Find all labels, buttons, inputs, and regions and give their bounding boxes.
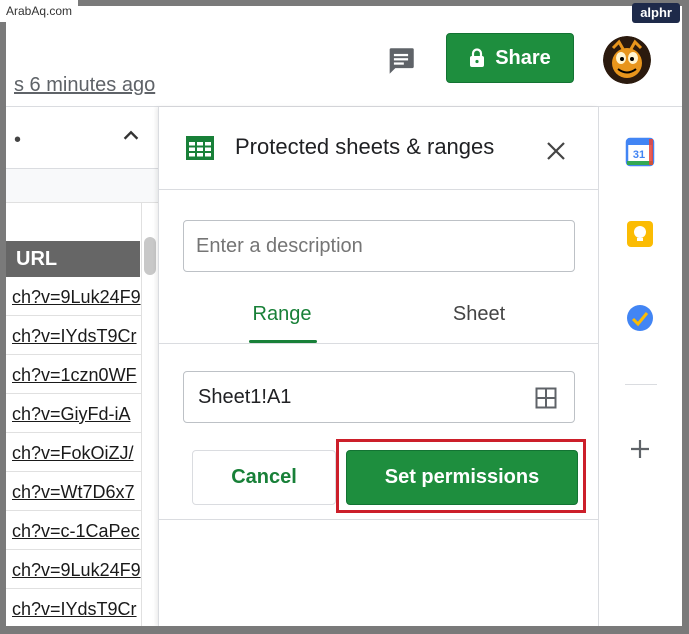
keep-icon[interactable]	[625, 219, 655, 249]
url-cell[interactable]: ch?v=9Luk24F9	[6, 277, 141, 316]
chevron-up-icon[interactable]	[120, 125, 142, 147]
side-panel-rail: 31	[598, 107, 682, 626]
avatar-image	[603, 36, 651, 84]
tab-range[interactable]: Range	[252, 303, 312, 326]
formula-row: •	[6, 107, 158, 169]
cell-dot: •	[14, 129, 22, 151]
url-cell[interactable]: ch?v=FokOiZJ/	[6, 433, 141, 472]
column-divider	[141, 202, 142, 626]
select-range-grid-icon[interactable]	[535, 387, 557, 409]
url-cell[interactable]: ch?v=1czn0WF	[6, 355, 141, 394]
panel-header: Protected sheets & ranges	[159, 107, 599, 190]
comment-icon[interactable]	[384, 44, 418, 78]
description-input[interactable]	[183, 220, 575, 272]
set-permissions-button[interactable]: Set permissions	[346, 450, 578, 505]
last-edit-link[interactable]: s 6 minutes ago	[14, 74, 155, 97]
protected-ranges-panel: Protected sheets & ranges Range Sheet Sh…	[158, 107, 599, 626]
column-header-row	[6, 169, 158, 203]
tasks-icon[interactable]	[625, 303, 655, 333]
panel-bottom-divider	[159, 519, 599, 520]
vertical-scrollbar[interactable]	[144, 237, 156, 275]
url-cell[interactable]: ch?v=IYdsT9Cr	[6, 316, 141, 355]
calendar-icon[interactable]: 31	[625, 137, 655, 167]
url-cell[interactable]: ch?v=9Luk24F9	[6, 550, 141, 589]
share-label: Share	[495, 46, 551, 69]
rail-divider	[625, 384, 657, 385]
calendar-day: 31	[633, 149, 645, 161]
url-cell[interactable]: ch?v=c-1CaPec	[6, 511, 141, 550]
sheets-table-icon	[186, 136, 214, 160]
tab-sheet[interactable]: Sheet	[449, 303, 509, 326]
url-column-header[interactable]: URL	[6, 241, 140, 277]
share-button[interactable]: Share	[446, 33, 574, 83]
add-icon[interactable]	[625, 434, 655, 464]
lock-icon	[470, 48, 485, 67]
close-icon[interactable]	[545, 140, 567, 162]
tabs-divider	[159, 343, 599, 344]
url-cell[interactable]: ch?v=Wt7D6x7	[6, 472, 141, 511]
account-avatar[interactable]	[603, 36, 651, 84]
cancel-button[interactable]: Cancel	[192, 450, 336, 505]
range-input[interactable]: Sheet1!A1	[183, 371, 575, 423]
source-watermark: ArabAq.com	[0, 0, 79, 22]
url-cell[interactable]: ch?v=GiyFd-iA	[6, 394, 141, 433]
panel-title: Protected sheets & ranges	[235, 134, 495, 159]
url-cell[interactable]: ch?v=IYdsT9Cr	[6, 589, 141, 626]
spreadsheet-grid: • URL ch?v=9Luk24F9 ch?v=IYdsT9Cr ch?v=1cz…	[6, 107, 158, 626]
brand-watermark: alphr	[632, 3, 680, 23]
range-value: Sheet1!A1	[198, 386, 292, 408]
app-frame: s 6 minutes ago Share • URL ch?v=9Luk24F…	[6, 6, 682, 626]
